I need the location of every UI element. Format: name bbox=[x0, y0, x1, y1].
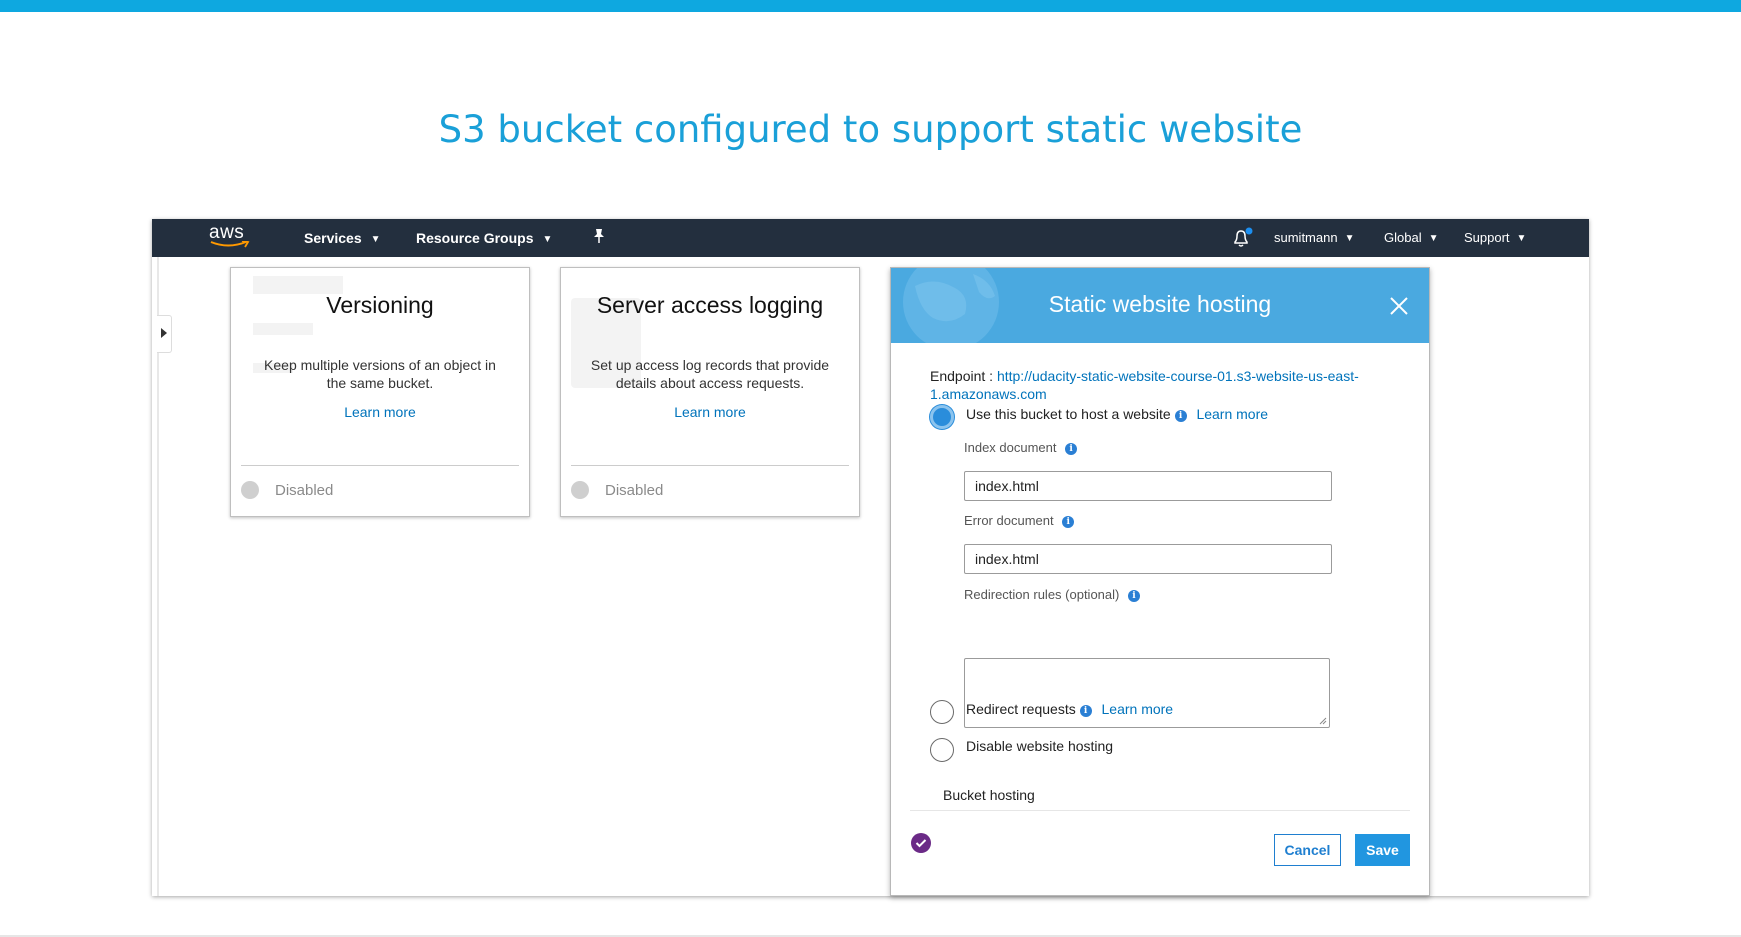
region-menu[interactable]: Global ▼ bbox=[1384, 230, 1438, 245]
learn-more-link[interactable]: Learn more bbox=[561, 404, 859, 420]
redirection-rules-label-row: Redirection rules (optional) i bbox=[964, 587, 1140, 602]
disable-hosting-label: Disable website hosting bbox=[966, 738, 1114, 754]
chevron-down-icon: ▼ bbox=[1428, 233, 1439, 244]
redirection-rules-textarea[interactable] bbox=[964, 658, 1330, 728]
info-icon[interactable]: i bbox=[1065, 443, 1078, 455]
support-label: Support bbox=[1464, 230, 1510, 245]
info-icon[interactable]: i bbox=[1174, 410, 1187, 422]
redirect-requests-radio[interactable] bbox=[930, 700, 954, 724]
region-label: Global bbox=[1384, 230, 1422, 245]
resource-groups-menu[interactable]: Resource Groups ▼ bbox=[416, 230, 552, 246]
chevron-down-icon: ▼ bbox=[542, 234, 553, 245]
cancel-button[interactable]: Cancel bbox=[1274, 834, 1341, 866]
status-text: Disabled bbox=[605, 482, 664, 499]
divider bbox=[910, 810, 1410, 811]
bucket-hosting-status: Bucket hosting bbox=[943, 787, 1035, 803]
card-description: Set up access log records that provide d… bbox=[590, 357, 830, 391]
card-description: Keep multiple versions of an object in t… bbox=[264, 357, 496, 391]
user-name: sumitmann bbox=[1274, 230, 1338, 245]
error-document-label-row: Error document i bbox=[964, 513, 1075, 528]
host-website-option: Use this bucket to host a website i Lear… bbox=[966, 406, 1268, 422]
chevron-down-icon: ▼ bbox=[1344, 233, 1355, 244]
resource-groups-label: Resource Groups bbox=[416, 230, 534, 246]
close-icon[interactable] bbox=[1387, 294, 1411, 318]
redirect-requests-option: Redirect requests i Learn more bbox=[966, 701, 1173, 717]
learn-more-link[interactable]: Learn more bbox=[231, 404, 529, 420]
error-document-label: Error document bbox=[964, 513, 1054, 528]
support-menu[interactable]: Support ▼ bbox=[1464, 230, 1526, 245]
error-document-input[interactable] bbox=[964, 544, 1332, 574]
top-accent-bar bbox=[0, 0, 1741, 12]
user-menu[interactable]: sumitmann ▼ bbox=[1274, 230, 1354, 245]
chevron-down-icon: ▼ bbox=[370, 234, 381, 245]
divider bbox=[571, 465, 849, 466]
status-indicator-icon bbox=[571, 481, 589, 499]
status-text: Disabled bbox=[275, 482, 334, 499]
index-document-input[interactable] bbox=[964, 471, 1332, 501]
learn-more-link[interactable]: Learn more bbox=[1102, 701, 1174, 717]
chevron-down-icon: ▼ bbox=[1516, 233, 1527, 244]
slide-title: S3 bucket configured to support static w… bbox=[438, 108, 1303, 151]
expand-sidebar-toggle[interactable] bbox=[157, 315, 172, 353]
panel-title: Static website hosting bbox=[1048, 291, 1272, 317]
server-access-logging-card[interactable]: Server access logging Set up access log … bbox=[560, 267, 860, 517]
services-menu[interactable]: Services ▼ bbox=[304, 230, 381, 246]
pin-icon[interactable] bbox=[592, 228, 606, 247]
host-website-radio[interactable] bbox=[930, 405, 954, 429]
caret-right-icon bbox=[161, 328, 167, 338]
info-icon[interactable]: i bbox=[1062, 516, 1075, 528]
panel-header: Static website hosting bbox=[891, 268, 1429, 343]
info-icon[interactable]: i bbox=[1079, 705, 1092, 717]
static-website-hosting-panel: Static website hosting Endpoint : http:/… bbox=[890, 267, 1430, 896]
endpoint-url-link[interactable]: http://udacity-static-website-course-01.… bbox=[930, 368, 1359, 402]
aws-logo[interactable]: aws bbox=[209, 222, 253, 252]
aws-smile-icon bbox=[210, 241, 250, 248]
aws-navbar: aws Services ▼ Resource Groups ▼ sumitma… bbox=[152, 219, 1589, 257]
redirection-rules-label: Redirection rules (optional) bbox=[964, 587, 1120, 602]
info-icon[interactable]: i bbox=[1127, 590, 1140, 602]
aws-logo-text: aws bbox=[209, 222, 245, 243]
index-document-label-row: Index document i bbox=[964, 440, 1078, 455]
bucket-hosting-check-icon bbox=[911, 833, 931, 853]
card-title: Server access logging bbox=[596, 292, 824, 318]
disable-hosting-radio[interactable] bbox=[930, 738, 954, 762]
bell-icon[interactable] bbox=[1231, 227, 1253, 249]
learn-more-link[interactable]: Learn more bbox=[1196, 406, 1268, 422]
divider bbox=[241, 465, 519, 466]
endpoint: Endpoint : http://udacity-static-website… bbox=[930, 367, 1390, 403]
resize-handle-icon[interactable] bbox=[1319, 717, 1327, 725]
index-document-label: Index document bbox=[964, 440, 1057, 455]
host-website-label: Use this bucket to host a website bbox=[966, 406, 1171, 422]
redirect-requests-label: Redirect requests bbox=[966, 701, 1076, 717]
save-button[interactable]: Save bbox=[1355, 834, 1410, 866]
status-indicator-icon bbox=[241, 481, 259, 499]
card-title: Versioning bbox=[326, 292, 434, 318]
endpoint-label: Endpoint : bbox=[930, 368, 994, 384]
aws-console-window: aws Services ▼ Resource Groups ▼ sumitma… bbox=[152, 219, 1589, 896]
services-label: Services bbox=[304, 230, 362, 246]
background-decoration bbox=[253, 323, 313, 335]
versioning-card[interactable]: Versioning Keep multiple versions of an … bbox=[230, 267, 530, 517]
